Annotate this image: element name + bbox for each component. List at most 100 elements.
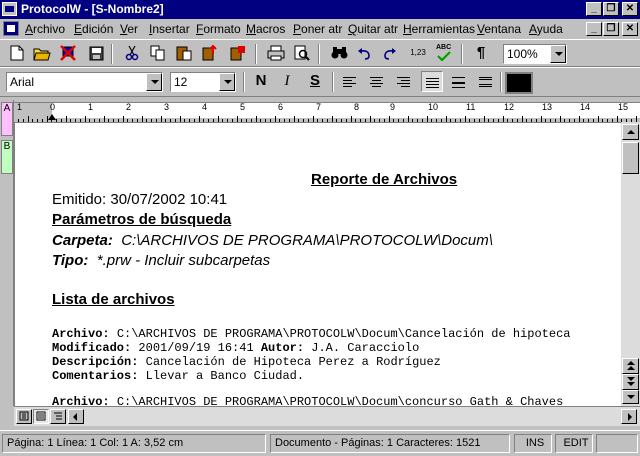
scroll-down-button[interactable] xyxy=(622,390,639,404)
scroll-left-button[interactable] xyxy=(68,409,84,424)
author-label: Autor: xyxy=(260,341,305,355)
page-up-button[interactable] xyxy=(622,358,639,374)
author-value: J.A. Caracciolo xyxy=(311,341,420,355)
align-right-button[interactable] xyxy=(393,71,415,92)
window-title: ProtocolW - [S-Nombre2] xyxy=(21,2,164,16)
scroll-up-button[interactable] xyxy=(622,124,639,140)
print-button[interactable] xyxy=(265,43,287,64)
font-value: Arial xyxy=(10,75,35,89)
menu-poner-atr[interactable]: Poner atr xyxy=(293,22,342,36)
italic-button[interactable]: I xyxy=(276,71,298,92)
page-down-button[interactable] xyxy=(622,374,639,390)
find-button[interactable] xyxy=(328,43,350,64)
doc-restore-button[interactable]: ❐ xyxy=(603,22,619,36)
status-ins[interactable]: INS xyxy=(514,434,552,453)
save-button[interactable] xyxy=(85,43,107,64)
copy-button[interactable] xyxy=(147,43,169,64)
paste-button[interactable] xyxy=(173,43,195,64)
comments-value: Llevar a Banco Ciudad. xyxy=(145,369,305,383)
format-toolbar: Arial 12 N I S xyxy=(0,67,640,97)
underline-button[interactable]: S xyxy=(304,71,326,92)
scroll-thumb[interactable] xyxy=(622,142,639,174)
doc-minimize-button[interactable]: _ xyxy=(586,22,602,36)
justify-button[interactable] xyxy=(421,71,443,92)
menu-macros[interactable]: Macros xyxy=(246,22,285,36)
menu-edicion[interactable]: Edición xyxy=(74,22,113,36)
app-icon[interactable] xyxy=(2,2,17,16)
toolbar-separator xyxy=(243,72,245,92)
print-preview-button[interactable] xyxy=(291,43,313,64)
left-indent-marker[interactable] xyxy=(48,114,56,120)
side-tab-b[interactable]: B xyxy=(1,140,13,174)
ruler-number: 3 xyxy=(164,102,170,112)
undo-button[interactable] xyxy=(353,43,375,64)
spellcheck-button[interactable]: ABC xyxy=(433,43,455,64)
menu-quitar-atr[interactable]: Quitar atr xyxy=(348,22,398,36)
ruler-number: 6 xyxy=(278,102,284,112)
ruler-number: 12 xyxy=(504,102,515,112)
outline-view-button[interactable] xyxy=(50,409,66,424)
file-label: Archivo: xyxy=(52,327,110,341)
horizontal-scrollbar[interactable] xyxy=(14,406,640,426)
chevron-down-icon[interactable] xyxy=(219,73,235,91)
redo-button[interactable] xyxy=(379,43,401,64)
status-edit[interactable]: EDIT xyxy=(555,434,593,453)
zoom-value: 100% xyxy=(507,47,538,61)
cut-button[interactable] xyxy=(121,43,143,64)
vertical-scrollbar[interactable] xyxy=(621,122,640,406)
menu-ayuda[interactable]: Ayuda xyxy=(529,22,563,36)
arrow-up-icon xyxy=(627,130,635,134)
ruler-number: 1 xyxy=(88,102,94,112)
chevron-down-icon[interactable] xyxy=(146,73,162,91)
modified-value: 2001/09/19 16:41 xyxy=(138,341,254,355)
minimize-button[interactable]: _ xyxy=(586,2,602,16)
align-left-button[interactable] xyxy=(339,71,361,92)
menu-ver[interactable]: Ver xyxy=(120,22,138,36)
doc-close-button[interactable]: ✕ xyxy=(622,22,638,36)
chevron-down-icon[interactable] xyxy=(550,45,566,63)
text-color-button[interactable] xyxy=(505,72,533,94)
zoom-select[interactable]: 100% xyxy=(503,44,567,64)
new-document-button[interactable] xyxy=(6,43,28,64)
status-bar: Página: 1 Línea: 1 Col: 1 A: 3,52 cm Doc… xyxy=(0,430,640,456)
report-title: Reporte de Archivos xyxy=(311,171,458,188)
insert-clip-button[interactable] xyxy=(227,43,249,64)
bold-button[interactable]: N xyxy=(250,71,272,92)
disconnect-button[interactable] xyxy=(57,43,79,64)
status-extra xyxy=(596,434,638,453)
menu-herramientas[interactable]: Herramientas xyxy=(403,22,475,36)
paragraph-spacing-button[interactable] xyxy=(475,71,497,92)
document-icon[interactable] xyxy=(3,21,19,36)
show-paragraph-marks-button[interactable]: ¶ xyxy=(470,43,492,64)
ruler-number: 13 xyxy=(542,102,553,112)
close-button[interactable]: ✕ xyxy=(622,2,638,16)
ruler-number: 11 xyxy=(466,102,476,112)
side-tab-a[interactable]: A xyxy=(1,102,13,136)
line-spacing-button[interactable] xyxy=(448,71,470,92)
ruler-number: 4 xyxy=(202,102,208,112)
menu-ventana[interactable]: Ventana xyxy=(477,22,521,36)
menu-insertar[interactable]: Insertar xyxy=(149,22,190,36)
double-arrow-up-icon xyxy=(627,361,635,365)
scroll-right-button[interactable] xyxy=(621,409,637,424)
font-size-select[interactable]: 12 xyxy=(170,72,236,92)
type-label: Tipo: xyxy=(52,252,89,269)
standard-toolbar: 1,23 ABC ¶ 100% xyxy=(0,39,640,67)
layout-view-icon xyxy=(36,411,46,421)
normal-view-button[interactable] xyxy=(16,409,32,424)
page-layout-view-button[interactable] xyxy=(33,409,49,424)
numbering-button[interactable]: 1,23 xyxy=(407,43,429,64)
clipboard-insert-icon xyxy=(230,46,245,61)
restore-button[interactable]: ❐ xyxy=(603,2,619,16)
menu-archivo[interactable]: Archivo xyxy=(25,22,65,36)
paste-special-button[interactable] xyxy=(199,43,221,64)
align-center-button[interactable] xyxy=(366,71,388,92)
font-size-value: 12 xyxy=(174,75,188,89)
horizontal-ruler[interactable]: 1 0 1 2 3 4 5 6 7 8 9 10 11 12 13 14 15 xyxy=(14,100,640,122)
menu-formato[interactable]: Formato xyxy=(196,22,241,36)
document-page[interactable]: Reporte de Archivos Emitido: 30/07/2002 … xyxy=(14,122,621,406)
clipboard-icon xyxy=(176,46,192,61)
double-arrow-down-icon xyxy=(627,377,635,381)
open-button[interactable] xyxy=(31,43,53,64)
font-select[interactable]: Arial xyxy=(6,72,163,92)
